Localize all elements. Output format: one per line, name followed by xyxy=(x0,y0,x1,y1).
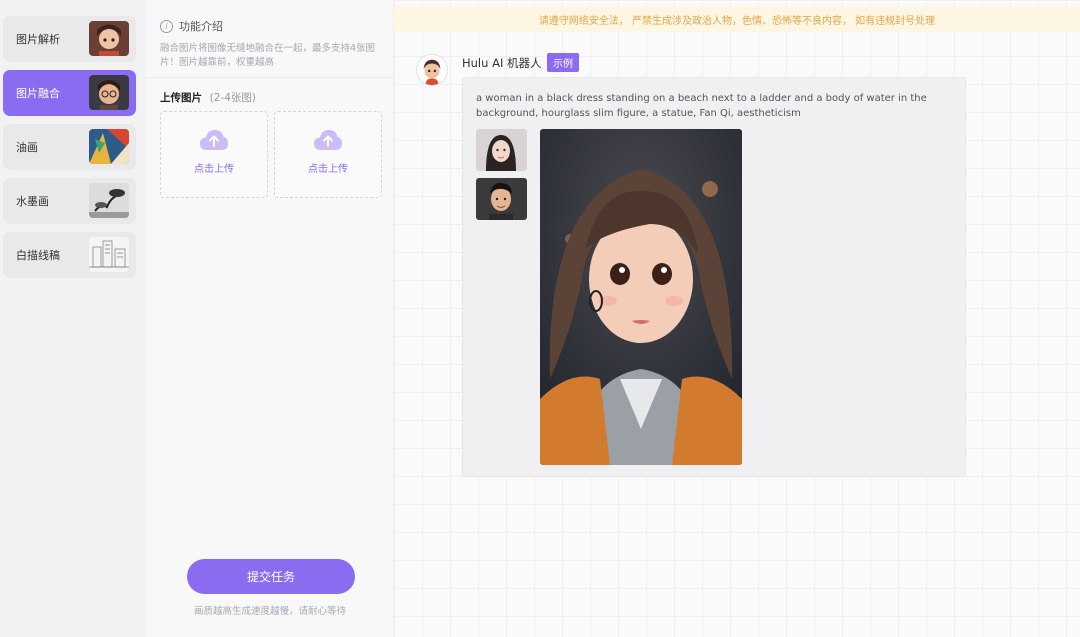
sidebar-item-oil-painting[interactable]: 油画 xyxy=(3,124,136,170)
submit-note: 画质越高生成速度越慢，请耐心等待 xyxy=(193,606,346,617)
upload-label: 点击上传 xyxy=(194,164,234,175)
feature-intro: i 功能介绍 融合图片将图像无缝地融合在一起，最多支持4张图片！图片越靠前，权重… xyxy=(146,0,393,78)
upload-box-1[interactable]: 点击上传 xyxy=(160,111,268,198)
sidebar-item-label: 油画 xyxy=(16,141,38,154)
sidebar-item-image-analysis[interactable]: 图片解析 xyxy=(3,16,136,62)
upload-title-text: 上传图片 xyxy=(160,92,202,104)
info-icon: i xyxy=(160,19,173,33)
sidebar-item-label: 图片解析 xyxy=(16,33,60,46)
bot-avatar xyxy=(416,54,448,86)
submit-task-button[interactable]: 提交任务 xyxy=(187,559,355,594)
upload-box-2[interactable]: 点击上传 xyxy=(274,111,382,198)
oil-painting-thumbnail xyxy=(89,129,129,164)
upload-section-title: 上传图片 (2-4张图) xyxy=(160,90,393,105)
upload-label: 点击上传 xyxy=(308,164,348,175)
intro-description: 融合图片将图像无缝地融合在一起，最多支持4张图片！图片越靠前，权重越高 xyxy=(160,43,376,68)
sidebar: 图片解析 图片融合 油画 水墨画 白描线稿 xyxy=(0,0,146,637)
reference-image-2[interactable] xyxy=(476,178,527,220)
bot-name: Hulu AI 机器人 xyxy=(462,56,542,70)
intro-title: 功能介绍 xyxy=(179,20,223,33)
sidebar-item-image-fusion[interactable]: 图片融合 xyxy=(3,70,136,116)
settings-panel: i 功能介绍 融合图片将图像无缝地融合在一起，最多支持4张图片！图片越靠前，权重… xyxy=(146,0,394,637)
sidebar-item-label: 水墨画 xyxy=(16,195,49,208)
warning-banner: 请遵守网络安全法， 严禁生成涉及政治人物，色情、恐怖等不良内容， 如有违规封号处… xyxy=(394,6,1080,32)
example-message: a woman in a black dress standing on a b… xyxy=(462,77,966,477)
child-portrait-thumbnail xyxy=(89,21,129,56)
sidebar-item-line-sketch[interactable]: 白描线稿 xyxy=(3,232,136,278)
boy-glasses-thumbnail xyxy=(89,75,129,110)
example-badge: 示例 xyxy=(547,53,579,72)
prompt-text: a woman in a black dress standing on a b… xyxy=(476,93,927,119)
reference-image-1[interactable] xyxy=(476,129,527,171)
cloud-upload-icon xyxy=(200,130,228,150)
ink-painting-thumbnail xyxy=(89,183,129,218)
upload-count-hint: (2-4张图) xyxy=(209,92,256,104)
line-sketch-thumbnail xyxy=(89,237,129,272)
sidebar-item-ink-painting[interactable]: 水墨画 xyxy=(3,178,136,224)
sidebar-item-label: 白描线稿 xyxy=(16,249,60,262)
chat-area: 请遵守网络安全法， 严禁生成涉及政治人物，色情、恐怖等不良内容， 如有违规封号处… xyxy=(394,0,1080,637)
sidebar-item-label: 图片融合 xyxy=(16,87,60,100)
result-image[interactable] xyxy=(540,129,742,465)
cloud-upload-icon xyxy=(314,130,342,150)
